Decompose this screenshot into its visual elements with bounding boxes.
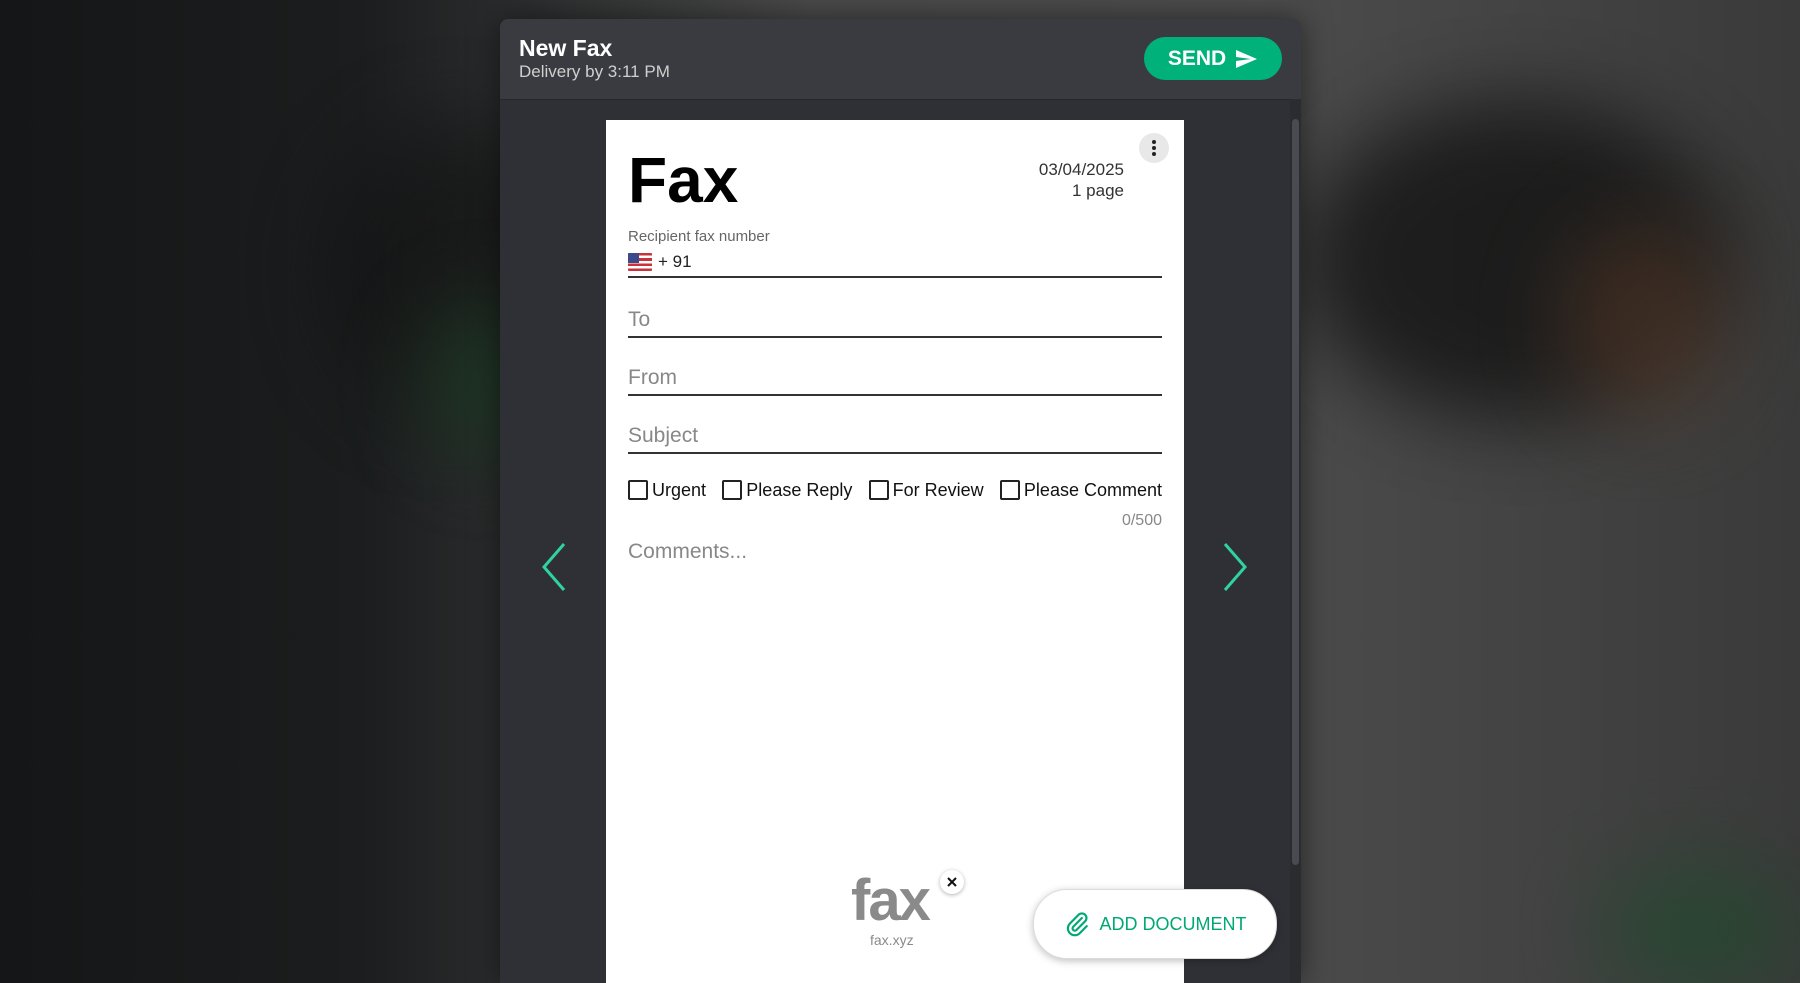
checkbox-icon <box>999 480 1020 500</box>
fax-cover-page: Fax 03/04/2025 1 page Recipient fax numb… <box>606 120 1184 983</box>
previous-page-button[interactable] <box>536 540 576 594</box>
logo-wordmark: fax <box>851 868 931 933</box>
comments-char-count: 0/500 <box>1121 512 1162 529</box>
more-options-button[interactable] <box>1139 133 1169 163</box>
send-button[interactable]: SEND <box>1144 37 1282 80</box>
comments-textarea[interactable] <box>628 540 1162 840</box>
from-field[interactable] <box>628 362 1162 396</box>
to-field[interactable] <box>628 304 1162 338</box>
recipient-fax-label: Recipient fax number <box>628 228 770 245</box>
paperclip-icon <box>1066 912 1088 937</box>
checkbox-label: For Review <box>892 479 984 500</box>
checkbox-icon <box>722 480 743 500</box>
urgent-checkbox[interactable]: Urgent <box>628 480 706 501</box>
checkbox-label: Please Reply <box>746 479 853 500</box>
modal-header: New Fax Delivery by 3:11 PM SEND <box>500 19 1301 100</box>
chevron-left-icon <box>542 543 566 591</box>
add-document-label: ADD DOCUMENT <box>1099 913 1247 934</box>
checkbox-label: Please Comment <box>1023 479 1162 500</box>
fax-page-count: 1 page <box>1072 181 1124 200</box>
country-code: + 91 <box>658 252 692 271</box>
logo-domain: fax.xyz <box>870 932 914 948</box>
modal-title: New Fax <box>519 35 613 61</box>
checkbox-label: Urgent <box>652 479 707 500</box>
fax-logo: fax fax.xyz <box>844 872 954 952</box>
fax-heading: Fax <box>628 144 739 216</box>
recipient-fax-row: + 91 <box>628 248 1162 278</box>
more-vert-icon <box>1152 140 1156 156</box>
please-comment-checkbox[interactable]: Please Comment <box>999 479 1162 501</box>
scrollbar-thumb[interactable] <box>1292 119 1299 865</box>
add-document-button[interactable]: ADD DOCUMENT <box>1033 889 1277 959</box>
for-review-checkbox[interactable]: For Review <box>868 479 984 501</box>
send-label: SEND <box>1167 46 1227 70</box>
please-reply-checkbox[interactable]: Please Reply <box>722 480 852 501</box>
close-icon <box>947 877 957 887</box>
subject-field[interactable] <box>628 420 1162 454</box>
flag-us-icon[interactable] <box>628 253 652 271</box>
delivery-time: Delivery by 3:11 PM <box>519 62 670 81</box>
fax-date: 03/04/2025 <box>1038 160 1124 179</box>
recipient-fax-input[interactable] <box>697 251 1162 273</box>
flags-checkbox-group: Urgent Please Reply For Review Please Co… <box>628 476 1162 504</box>
checkbox-icon <box>628 480 648 500</box>
send-icon <box>1236 49 1258 68</box>
remove-logo-button[interactable] <box>940 870 964 894</box>
chevron-right-icon <box>1223 543 1247 591</box>
next-page-button[interactable] <box>1213 540 1253 594</box>
checkbox-icon <box>868 480 889 500</box>
